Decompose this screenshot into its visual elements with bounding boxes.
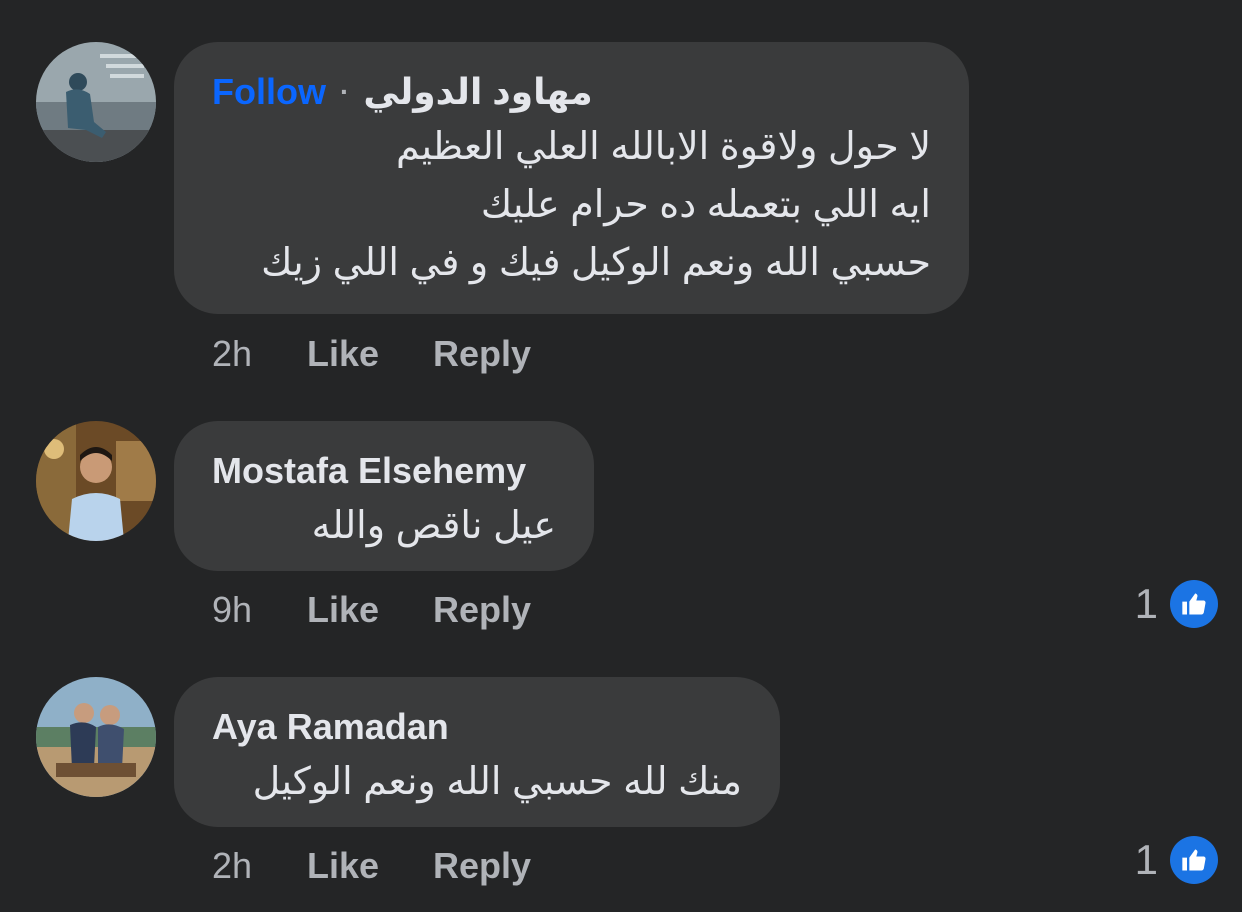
reply-button[interactable]: Reply (433, 332, 531, 376)
avatar[interactable] (36, 42, 156, 162)
avatar[interactable] (36, 421, 156, 541)
like-button[interactable]: Like (307, 332, 433, 376)
comment-line: ايه اللي بتعمله ده حرام عليك (480, 184, 931, 226)
comment-text: لا حول ولاقوة الابالله العلي العظيم ايه … (212, 118, 931, 292)
avatar-image (36, 42, 156, 162)
comment-header: Follow · مهاود الدولي (212, 70, 931, 114)
comment-line: لا حول ولاقوة الابالله العلي العظيم (396, 126, 931, 168)
like-button[interactable]: Like (307, 844, 433, 888)
comment-author[interactable]: Mostafa Elsehemy (212, 449, 526, 493)
follow-link[interactable]: Follow (212, 70, 326, 114)
reply-button[interactable]: Reply (433, 844, 531, 888)
comment-author[interactable]: Aya Ramadan (212, 705, 449, 749)
comment-timestamp[interactable]: 2h (212, 844, 307, 888)
like-button[interactable]: Like (307, 588, 433, 632)
reaction-count: 1 (1134, 836, 1158, 883)
comment-bubble: Mostafa Elsehemy عيل ناقص والله (174, 421, 594, 571)
comment-bubble: Aya Ramadan منك لله حسبي الله ونعم الوكي… (174, 677, 780, 827)
comments-section: Follow · مهاود الدولي لا حول ولاقوة الاب… (0, 0, 1242, 912)
thumbs-up-icon (1170, 580, 1218, 628)
comment-text: منك لله حسبي الله ونعم الوكيل (212, 753, 742, 811)
comment-line: عيل ناقص والله (311, 505, 556, 547)
comment-line: منك لله حسبي الله ونعم الوكيل (252, 761, 742, 803)
comment-actions: 2h Like Reply (212, 332, 531, 376)
avatar-image (36, 677, 156, 797)
comment-author[interactable]: مهاود الدولي (363, 70, 592, 114)
comment-bubble: Follow · مهاود الدولي لا حول ولاقوة الاب… (174, 42, 969, 314)
reaction-summary[interactable]: 1 (1135, 580, 1218, 628)
avatar[interactable] (36, 677, 156, 797)
avatar-image (36, 421, 156, 541)
comment-text: عيل ناقص والله (212, 497, 556, 555)
reaction-summary[interactable]: 1 (1135, 836, 1218, 884)
comment-actions: 2h Like Reply (212, 844, 531, 888)
separator-dot: · (339, 76, 350, 107)
comment-timestamp[interactable]: 9h (212, 588, 307, 632)
reaction-count: 1 (1134, 580, 1158, 627)
reply-button[interactable]: Reply (433, 588, 531, 632)
thumbs-up-icon (1170, 836, 1218, 884)
comment-timestamp[interactable]: 2h (212, 332, 307, 376)
comment-header: Mostafa Elsehemy (212, 449, 556, 493)
comment-line: حسبي الله ونعم الوكيل فيك و في اللي زيك (261, 242, 931, 284)
comment-header: Aya Ramadan (212, 705, 742, 749)
comment-actions: 9h Like Reply (212, 588, 531, 632)
